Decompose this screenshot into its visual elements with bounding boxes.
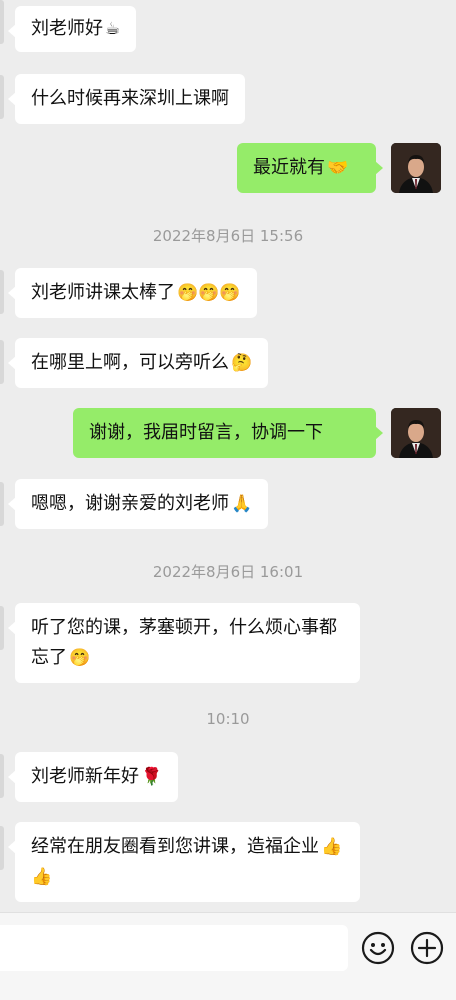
timestamp: 2022年8月6日 16:01: [152, 563, 304, 581]
thinking-emoji: 🤔: [231, 353, 253, 373]
avatar-edge: [0, 0, 4, 44]
message-text: 在哪里上啊，可以旁听么: [31, 352, 229, 373]
avatar[interactable]: [391, 408, 441, 458]
avatar-edge: [0, 75, 4, 119]
message-text: 谢谢，我届时留言，协调一下: [89, 422, 323, 443]
emoji-button[interactable]: [361, 931, 395, 965]
laughing-emoji: 🤭🤭🤭: [177, 283, 241, 303]
message-bubble-incoming[interactable]: 刘老师新年好 🌹: [7, 752, 179, 802]
message-bubble-incoming[interactable]: 听了您的课，茅塞顿开，什么烦心事都忘了 🤭: [8, 603, 360, 683]
rose-emoji: 🌹: [141, 767, 163, 787]
message-bubble-incoming[interactable]: 刘老师讲课太棒了 🤭🤭🤭: [8, 268, 257, 318]
coffee-emoji: ☕: [105, 19, 121, 39]
timestamp: 2022年8月6日 15:56: [152, 227, 304, 245]
chat-message-list[interactable]: 刘老师好 ☕ 什么时候再来深圳上课啊 最近就有 🤝 2022年8月6日 15:56: [0, 0, 456, 912]
message-text: 最近就有: [253, 157, 325, 178]
praying-hands-emoji: 🙏: [231, 494, 253, 514]
avatar-edge: [0, 826, 4, 870]
avatar-edge: [0, 606, 4, 650]
person-avatar-icon: [391, 143, 441, 193]
handshake-emoji: 🤝: [327, 158, 349, 178]
avatar[interactable]: [391, 143, 441, 193]
message-bubble-outgoing[interactable]: 谢谢，我届时留言，协调一下: [73, 408, 383, 458]
message-input[interactable]: [0, 925, 348, 971]
message-bubble-incoming[interactable]: 刘老师好 ☕: [7, 6, 137, 52]
message-text: 刘老师新年好: [31, 766, 139, 787]
avatar-edge: [0, 270, 4, 314]
laughing-emoji: 🤭: [69, 648, 91, 668]
message-text: 经常在朋友圈看到您讲课，造福企业: [31, 836, 319, 857]
message-text: 刘老师讲课太棒了: [31, 282, 175, 303]
timestamp: 10:10: [206, 710, 250, 728]
person-avatar-icon: [391, 408, 441, 458]
message-bubble-incoming[interactable]: 在哪里上啊，可以旁听么 🤔: [7, 338, 269, 388]
avatar-edge: [0, 340, 4, 384]
smiley-face-icon: [361, 931, 395, 965]
message-bubble-outgoing[interactable]: 最近就有 🤝: [237, 143, 383, 193]
plus-circle-icon: [410, 931, 444, 965]
message-bubble-incoming[interactable]: 嗯嗯，谢谢亲爱的刘老师 🙏: [7, 479, 269, 529]
message-text: 嗯嗯，谢谢亲爱的刘老师: [31, 493, 229, 514]
more-button[interactable]: [410, 931, 444, 965]
message-bubble-incoming[interactable]: 经常在朋友圈看到您讲课，造福企业 👍👍: [8, 822, 360, 902]
chat-input-bar: [0, 912, 456, 1000]
message-bubble-incoming[interactable]: 什么时候再来深圳上课啊: [8, 74, 245, 124]
avatar-edge: [0, 754, 4, 798]
message-text: 什么时候再来深圳上课啊: [31, 88, 229, 109]
message-text: 刘老师好: [31, 18, 103, 39]
avatar-edge: [0, 482, 4, 526]
